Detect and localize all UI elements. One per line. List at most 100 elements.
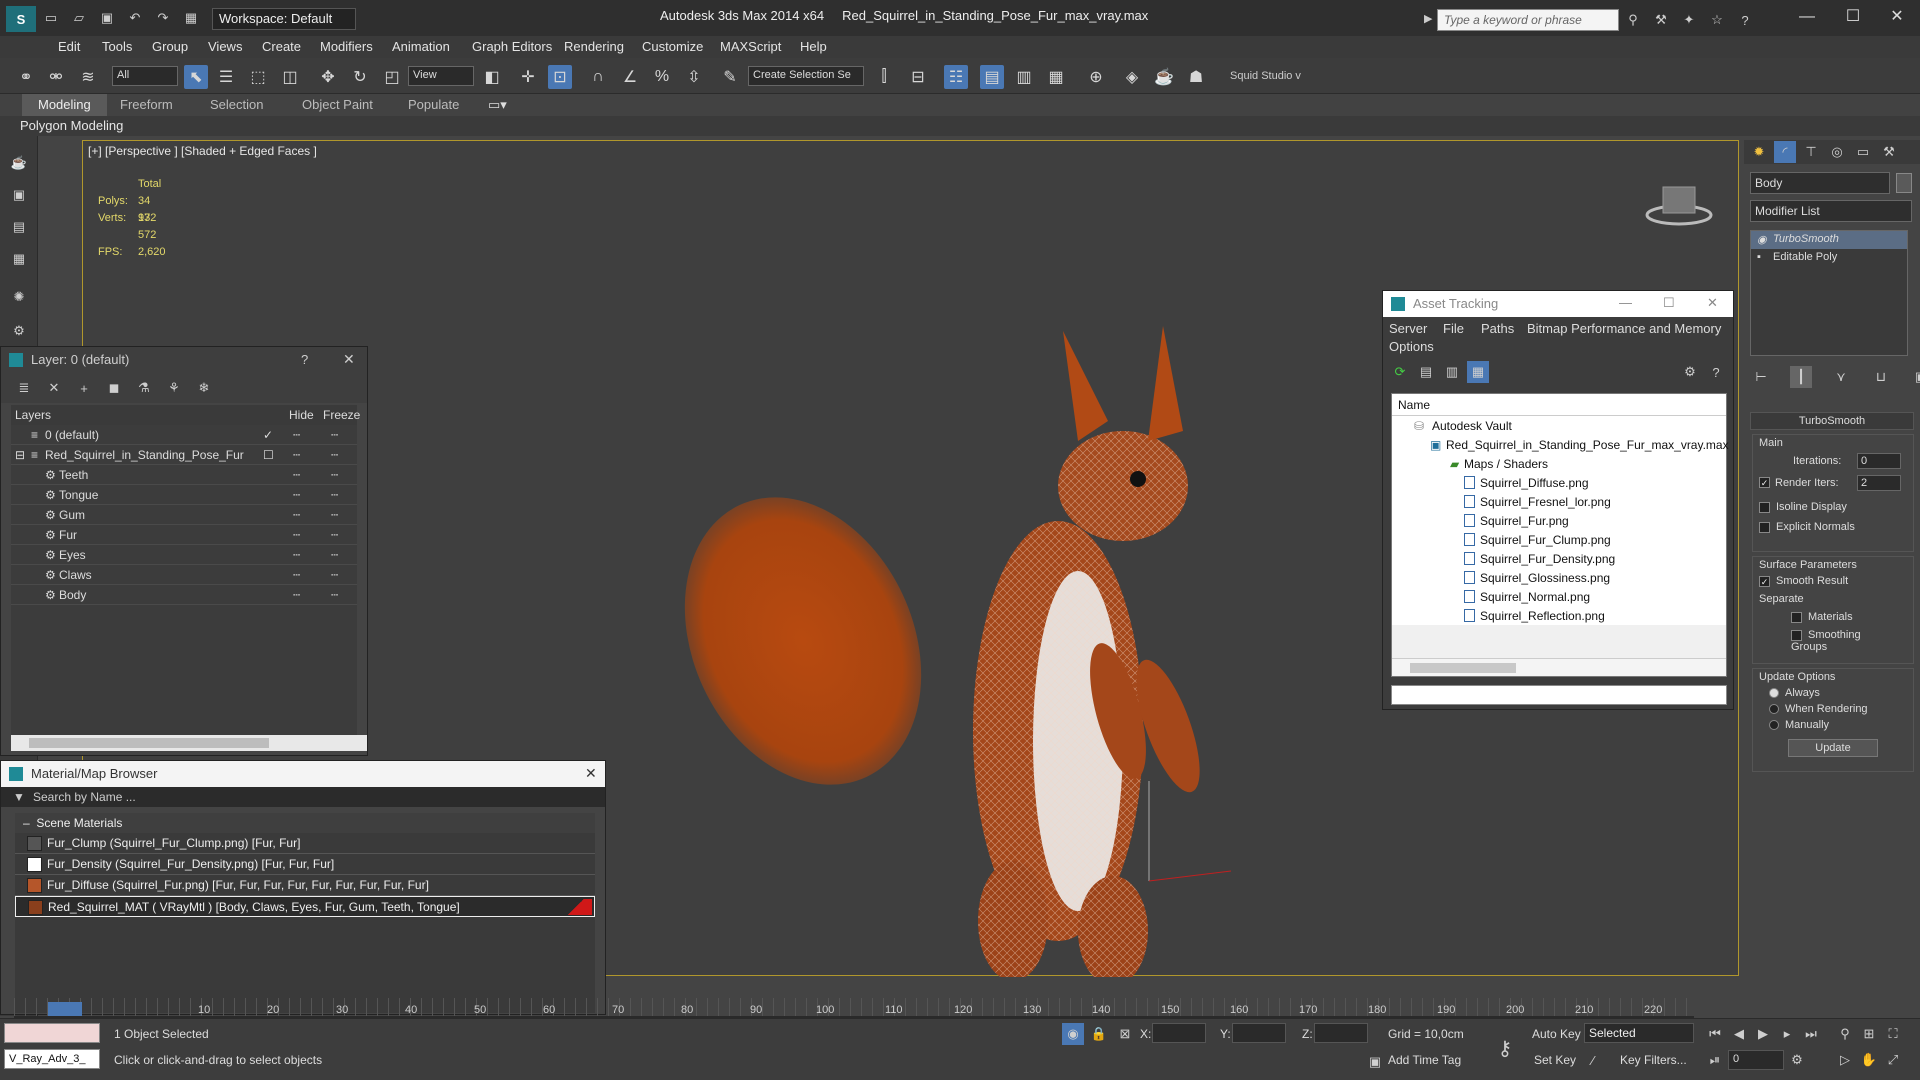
zoom-extents-icon[interactable]: ⛶ — [1882, 1023, 1904, 1045]
snap-toggle-icon[interactable]: ∩ — [586, 65, 610, 89]
display-tab-icon[interactable]: ▭ — [1852, 141, 1874, 163]
menu-edit[interactable]: Edit — [58, 39, 80, 54]
curve-editor-icon[interactable]: ▦ — [1044, 65, 1068, 89]
maximize-viewport-icon[interactable]: ⤢ — [1882, 1049, 1904, 1071]
time-configuration-icon[interactable]: ⚙ — [1786, 1049, 1808, 1071]
motion-tab-icon[interactable]: ◎ — [1826, 141, 1848, 163]
absolute-mode-icon[interactable]: ⊠ — [1114, 1023, 1136, 1045]
select-by-name-icon[interactable]: ☰ — [214, 65, 238, 89]
list-item[interactable]: ⛁ Autodesk Vault — [1392, 416, 1726, 435]
stack-item-editable-poly[interactable]: ▪ Editable Poly — [1751, 249, 1907, 267]
active-layer-check-icon[interactable]: ✓ — [263, 428, 273, 442]
list-item[interactable]: Fur_Diffuse (Squirrel_Fur.png) [Fur, Fur… — [15, 875, 595, 896]
asset-path-field[interactable] — [1391, 685, 1727, 705]
binoculars-icon[interactable]: ⚲ — [1622, 9, 1644, 31]
rotate-icon[interactable]: ↻ — [348, 65, 372, 89]
list-item[interactable]: Fur_Clump (Squirrel_Fur_Clump.png) [Fur,… — [15, 833, 595, 854]
current-frame-field[interactable]: 0 — [1728, 1050, 1784, 1070]
search-options-icon[interactable]: ▼ — [13, 790, 25, 804]
menu-modifiers[interactable]: Modifiers — [320, 39, 373, 54]
favorites-icon[interactable]: ☆ — [1706, 9, 1728, 31]
menu-tools[interactable]: Tools — [102, 39, 132, 54]
modify-tab-icon[interactable]: ◜ — [1774, 141, 1796, 163]
table-view-icon[interactable]: ▥ — [1441, 361, 1463, 383]
tab-selection[interactable]: Selection — [210, 97, 263, 112]
list-item[interactable]: Squirrel_Fur_Clump.png — [1392, 530, 1726, 549]
zoom-all-icon[interactable]: ⊞ — [1858, 1023, 1880, 1045]
layer-list-icon[interactable]: ≣ — [13, 377, 35, 399]
new-file-icon[interactable]: ▭ — [40, 7, 62, 29]
maximize-button[interactable]: ☐ — [1830, 4, 1876, 30]
minimize-button[interactable]: — — [1784, 4, 1830, 30]
material-editor-icon[interactable]: ◈ — [1120, 65, 1144, 89]
update-button[interactable]: Update — [1788, 739, 1878, 757]
close-icon[interactable]: ✕ — [1707, 295, 1718, 311]
viewcube-icon[interactable] — [1645, 186, 1713, 226]
layer-row[interactable]: ⚙ Body ┄ ┄ — [11, 585, 357, 605]
workspace-dropdown[interactable]: Workspace: Default — [212, 8, 356, 30]
layer-row[interactable]: ⚙ Claws ┄ ┄ — [11, 565, 357, 585]
utilities-tab-icon[interactable]: ⚒ — [1878, 141, 1900, 163]
studio-label[interactable]: Squid Studio v — [1230, 70, 1301, 82]
tab-freeform[interactable]: Freeform — [120, 97, 173, 112]
make-unique-icon[interactable]: ⋎ — [1830, 366, 1852, 388]
move-icon[interactable]: ✥ — [316, 65, 340, 89]
rectangular-selection-icon[interactable]: ⬚ — [246, 65, 270, 89]
selection-lock-icon[interactable]: 🔒 — [1088, 1023, 1110, 1045]
current-layer-box-icon[interactable]: ☐ — [263, 448, 274, 462]
menu-graph-editors[interactable]: Graph Editors — [472, 39, 552, 54]
create-tab-icon[interactable]: ✹ — [1748, 141, 1770, 163]
help-icon[interactable]: ? — [1705, 361, 1727, 383]
tab-populate[interactable]: Populate — [408, 97, 459, 112]
layer-row[interactable]: ⚙ Eyes ┄ ┄ — [11, 545, 357, 565]
isoline-checkbox[interactable] — [1759, 501, 1770, 513]
render-iters-spinner[interactable]: 2 — [1857, 475, 1901, 491]
select-manipulate-icon[interactable]: ✛ — [516, 65, 540, 89]
smooth-result-checkbox[interactable]: ✓ — [1759, 575, 1770, 587]
menu-create[interactable]: Create — [262, 39, 301, 54]
add-layer-icon[interactable]: + — [73, 377, 95, 399]
search-input[interactable]: Type a keyword or phrase — [1437, 9, 1619, 31]
project-folder-icon[interactable]: ▦ — [180, 7, 202, 29]
rollout-turbosmooth-header[interactable]: TurboSmooth — [1750, 412, 1914, 430]
render-iters-checkbox[interactable]: ✓ — [1759, 477, 1770, 488]
z-coordinate-field[interactable] — [1314, 1023, 1368, 1043]
ribbon-options-icon[interactable]: ▭▾ — [488, 97, 507, 113]
horizontal-scrollbar[interactable] — [11, 735, 367, 751]
settings-strip-icon[interactable]: ⚙ — [8, 320, 30, 342]
previous-frame-icon[interactable]: ◀ — [1728, 1023, 1750, 1045]
render-frame-icon[interactable]: ☗ — [1184, 65, 1208, 89]
go-to-start-icon[interactable]: ⏮ — [1704, 1023, 1726, 1045]
layer-row[interactable]: ≡ 0 (default) ✓ ┄ ┄ — [11, 425, 357, 445]
bind-spacewarp-icon[interactable]: ≋ — [76, 65, 100, 89]
isolate-selection-icon[interactable]: ◉ — [1062, 1023, 1084, 1045]
modifier-list-dropdown[interactable]: Modifier List — [1750, 200, 1912, 222]
layer-row[interactable]: ⚙ Tongue ┄ ┄ — [11, 485, 357, 505]
list-item[interactable]: ▣ Red_Squirrel_in_Standing_Pose_Fur_max_v… — [1392, 435, 1729, 454]
y-coordinate-field[interactable] — [1232, 1023, 1286, 1043]
selection-filter-dropdown[interactable]: All — [112, 66, 178, 86]
x-coordinate-field[interactable] — [1152, 1023, 1206, 1043]
list-item[interactable]: Squirrel_Fur_Density.png — [1392, 549, 1726, 568]
window-crossing-icon[interactable]: ◫ — [278, 65, 302, 89]
subscription-icon[interactable]: ⚒ — [1650, 9, 1672, 31]
tab-object-paint[interactable]: Object Paint — [302, 97, 373, 112]
list-item[interactable]: Squirrel_Reflection.png — [1392, 606, 1726, 625]
menu-customize[interactable]: Customize — [642, 39, 703, 54]
app-logo-icon[interactable]: S — [6, 6, 36, 32]
list-view-icon[interactable]: ▤ — [1415, 361, 1437, 383]
menu-file[interactable]: File — [1443, 321, 1464, 336]
menu-rendering[interactable]: Rendering — [564, 39, 624, 54]
communication-icon[interactable]: ✦ — [1678, 9, 1700, 31]
col-hide[interactable]: Hide — [289, 408, 314, 422]
key-mode-toggle-icon[interactable]: ⏯ — [1704, 1049, 1726, 1071]
close-icon[interactable]: ✕ — [343, 351, 355, 368]
asset-tracking-titlebar[interactable]: Asset Tracking — ☐ ✕ — [1383, 291, 1733, 317]
search-arrow-icon[interactable]: ▶ — [1424, 12, 1432, 25]
list-item[interactable]: Squirrel_Glossiness.png — [1392, 568, 1726, 587]
menu-group[interactable]: Group — [152, 39, 188, 54]
pin-stack-icon[interactable]: ⊢ — [1750, 366, 1772, 388]
list-item[interactable]: Squirrel_Fresnel_lor.png — [1392, 492, 1726, 511]
keyboard-shortcut-override-icon[interactable]: ⊡ — [548, 65, 572, 89]
smoothing-groups-checkbox[interactable] — [1791, 629, 1802, 641]
